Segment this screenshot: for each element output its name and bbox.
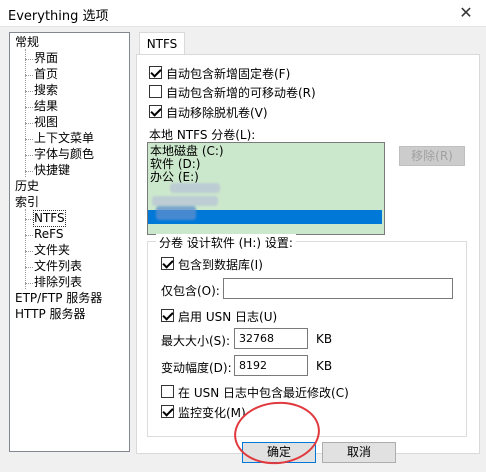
tree-connector bbox=[25, 139, 33, 140]
enable-usn-label: 启用 USN 日志(U) bbox=[178, 310, 278, 324]
redacted-row bbox=[170, 183, 220, 193]
tree-item-label: 搜索 bbox=[34, 83, 59, 97]
auto-include-fixed-label: 自动包含新增固定卷(F) bbox=[166, 67, 291, 81]
allocation-unit: KB bbox=[316, 359, 333, 373]
tree-item-context-menu[interactable]: 上下文菜单 bbox=[34, 131, 94, 146]
tree-connector bbox=[25, 219, 33, 220]
tree-connector bbox=[25, 49, 26, 177]
redacted-row bbox=[156, 206, 196, 220]
tree-item-refs[interactable]: ReFS bbox=[34, 227, 64, 242]
monitor-changes-checkbox[interactable] bbox=[161, 405, 174, 418]
max-size-input[interactable]: 32768 bbox=[234, 328, 308, 349]
max-size-unit: KB bbox=[316, 332, 333, 346]
tree-item-ui[interactable]: 界面 bbox=[34, 51, 58, 66]
ntfs-panel: 自动包含新增固定卷(F) 自动包含新增的可移动卷(R) 自动移除脱机卷(V) 本… bbox=[136, 54, 480, 454]
auto-remove-offline-checkbox[interactable] bbox=[149, 105, 162, 118]
tree-item-label: NTFS bbox=[34, 211, 65, 225]
auto-include-removable-checkbox[interactable] bbox=[149, 85, 162, 98]
tree-item-label: ETP/FTP 服务器 bbox=[15, 291, 103, 305]
tree-item-general[interactable]: 常规 bbox=[15, 35, 39, 50]
include-only-input[interactable] bbox=[223, 278, 453, 299]
tree-connector bbox=[25, 59, 33, 60]
volumes-listbox[interactable]: 本地磁盘 (C:) 软件 (D:) 办公 (E:) bbox=[147, 142, 385, 235]
allocation-input[interactable]: 8192 bbox=[234, 355, 308, 376]
tab-ntfs[interactable]: NTFS bbox=[139, 32, 185, 55]
tree-connector bbox=[25, 235, 33, 236]
tree-item-label: 历史 bbox=[15, 179, 40, 193]
tree-connector bbox=[25, 123, 33, 124]
volume-row[interactable]: 本地磁盘 (C:) bbox=[150, 144, 224, 158]
volumes-label: 本地 NTFS 分卷(L): bbox=[149, 128, 256, 142]
window-title: Everything 选项 bbox=[8, 9, 109, 24]
enable-usn-checkbox[interactable] bbox=[161, 309, 174, 322]
tree-item-history[interactable]: 历史 bbox=[15, 179, 39, 194]
tree-item-folders[interactable]: 文件夹 bbox=[34, 243, 70, 258]
tree-item-label: 视图 bbox=[34, 115, 59, 129]
tree-connector bbox=[25, 155, 33, 156]
include-in-db-checkbox[interactable] bbox=[161, 257, 174, 270]
tree-item-home[interactable]: 首页 bbox=[34, 67, 58, 82]
auto-include-fixed-checkbox[interactable] bbox=[149, 66, 162, 79]
tree-item-label: ReFS bbox=[34, 227, 64, 241]
include-in-db-label: 包含到数据库(I) bbox=[178, 258, 263, 272]
tree-connector bbox=[25, 75, 33, 76]
tree-item-label: 索引 bbox=[15, 195, 40, 209]
cancel-button[interactable]: 取消 bbox=[322, 442, 396, 463]
tab-container: NTFS 自动包含新增固定卷(F) 自动包含新增的可移动卷(R) 自动移除脱机卷… bbox=[136, 32, 480, 454]
tree-item-fonts-colors[interactable]: 字体与颜色 bbox=[34, 147, 94, 162]
tree-item-search[interactable]: 搜索 bbox=[34, 83, 58, 98]
tree-item-view[interactable]: 视图 bbox=[34, 115, 58, 130]
include-recent-label: 在 USN 日志中包含最近修改(C) bbox=[178, 386, 349, 400]
allocation-label: 变动幅度(D): bbox=[161, 361, 232, 375]
auto-remove-offline-label: 自动移除脱机卷(V) bbox=[166, 106, 268, 120]
tree-connector bbox=[25, 91, 33, 92]
tree-item-exclude[interactable]: 排除列表 bbox=[34, 275, 82, 290]
tree-item-label: 快捷键 bbox=[34, 163, 71, 177]
volume-settings-title: 分卷 设计软件 (H:) 设置: bbox=[156, 234, 296, 251]
tree-connector bbox=[25, 283, 33, 284]
tree-item-label: 字体与颜色 bbox=[34, 147, 95, 161]
volume-settings-group: 分卷 设计软件 (H:) 设置: 包含到数据库(I) 仅包含(O): 启用 US… bbox=[147, 234, 467, 437]
tree-item-label: 文件列表 bbox=[34, 259, 83, 273]
auto-include-removable-label: 自动包含新增的可移动卷(R) bbox=[166, 86, 316, 100]
tree-item-results[interactable]: 结果 bbox=[34, 99, 58, 114]
tree-item-indexes[interactable]: 索引 bbox=[15, 195, 39, 210]
tree-connector bbox=[25, 171, 33, 172]
ok-button[interactable]: 确定 bbox=[242, 442, 316, 463]
tree-item-label: HTTP 服务器 bbox=[15, 307, 86, 321]
volume-row[interactable]: 办公 (E:) bbox=[150, 170, 199, 184]
tree-item-label: 上下文菜单 bbox=[34, 131, 95, 145]
tree-item-label: 界面 bbox=[34, 51, 59, 65]
tree-item-label: 文件夹 bbox=[34, 243, 71, 257]
tree-connector bbox=[25, 209, 26, 289]
title-bar: Everything 选项 ✕ bbox=[0, 0, 486, 27]
tree-item-ntfs[interactable]: NTFS bbox=[33, 210, 66, 227]
tree-item-label: 常规 bbox=[15, 35, 40, 49]
tree-item-file-lists[interactable]: 文件列表 bbox=[34, 259, 82, 274]
options-tree[interactable]: 常规 界面 首页 搜索 结果 视图 上下文菜单 字体与颜色 快捷键 历史 索引 … bbox=[9, 32, 130, 452]
tree-item-hotkeys[interactable]: 快捷键 bbox=[34, 163, 70, 178]
tree-item-label: 排除列表 bbox=[34, 275, 83, 289]
tree-item-ftp-server[interactable]: ETP/FTP 服务器 bbox=[15, 291, 102, 306]
max-size-label: 最大大小(S): bbox=[161, 334, 231, 348]
tree-connector bbox=[25, 267, 33, 268]
tree-item-label: 首页 bbox=[34, 67, 59, 81]
close-icon[interactable]: ✕ bbox=[446, 0, 486, 26]
monitor-changes-label: 监控变化(M) bbox=[178, 406, 246, 420]
tree-item-http-server[interactable]: HTTP 服务器 bbox=[15, 307, 86, 322]
remove-volume-button[interactable]: 移除(R) bbox=[399, 146, 465, 166]
volume-row[interactable]: 软件 (D:) bbox=[150, 157, 200, 171]
include-recent-checkbox[interactable] bbox=[161, 385, 174, 398]
tree-connector bbox=[25, 251, 33, 252]
redacted-row bbox=[152, 196, 218, 206]
tree-connector bbox=[25, 107, 33, 108]
tree-item-label: 结果 bbox=[34, 99, 59, 113]
include-only-label: 仅包含(O): bbox=[161, 284, 220, 298]
